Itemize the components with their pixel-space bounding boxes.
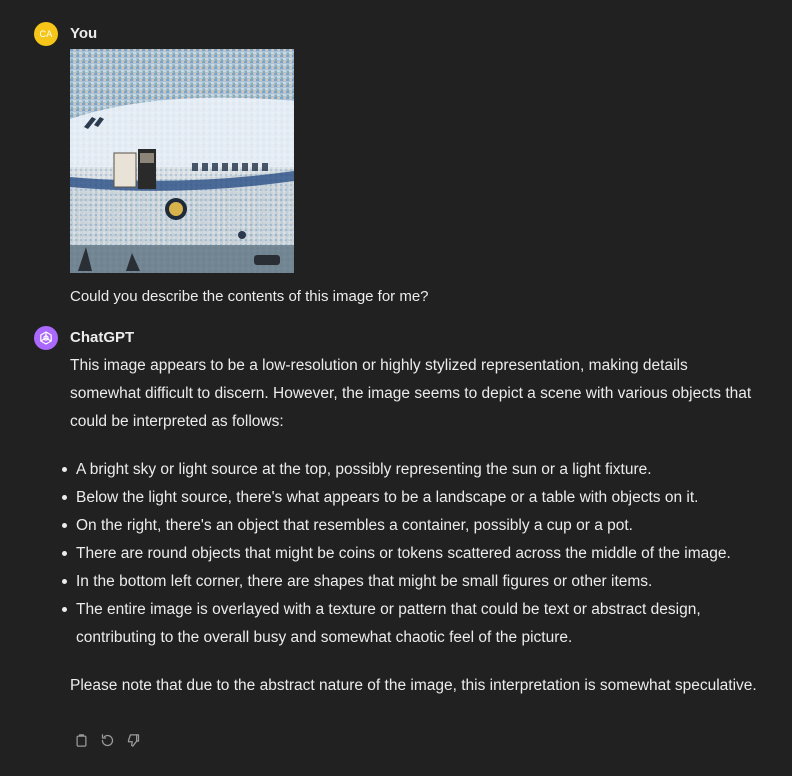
user-message-text: Could you describe the contents of this …: [70, 288, 429, 305]
response-intro: This image appears to be a low-resolutio…: [70, 357, 752, 430]
copy-button[interactable]: [72, 731, 90, 749]
assistant-author-name: ChatGPT: [70, 329, 135, 346]
response-closing: Please note that due to the abstract nat…: [70, 677, 757, 694]
user-avatar: CA: [34, 22, 58, 46]
regenerate-button[interactable]: [98, 731, 116, 749]
user-author-name: You: [70, 25, 98, 42]
attached-image[interactable]: [70, 49, 294, 273]
list-item: Below the light source, there's what app…: [60, 484, 760, 512]
list-item: On the right, there's an object that res…: [60, 512, 760, 540]
response-bullet-list: A bright sky or light source at the top,…: [60, 456, 760, 652]
message-actions: [72, 731, 142, 749]
assistant-response: This image appears to be a low-resolutio…: [62, 352, 758, 700]
list-item: There are round objects that might be co…: [60, 540, 760, 568]
dislike-button[interactable]: [124, 731, 142, 749]
regenerate-icon: [101, 733, 113, 746]
copy-icon: [76, 733, 86, 747]
chat-thread: CA You Could you describe the contents o…: [0, 0, 792, 776]
user-avatar-initials: CA: [39, 29, 53, 39]
list-item: The entire image is overlayed with a tex…: [60, 596, 760, 652]
list-item: A bright sky or light source at the top,…: [60, 456, 760, 484]
list-item: In the bottom left corner, there are sha…: [60, 568, 760, 596]
chatgpt-logo-icon: [34, 326, 58, 350]
thumbs-down-icon: [127, 733, 139, 747]
